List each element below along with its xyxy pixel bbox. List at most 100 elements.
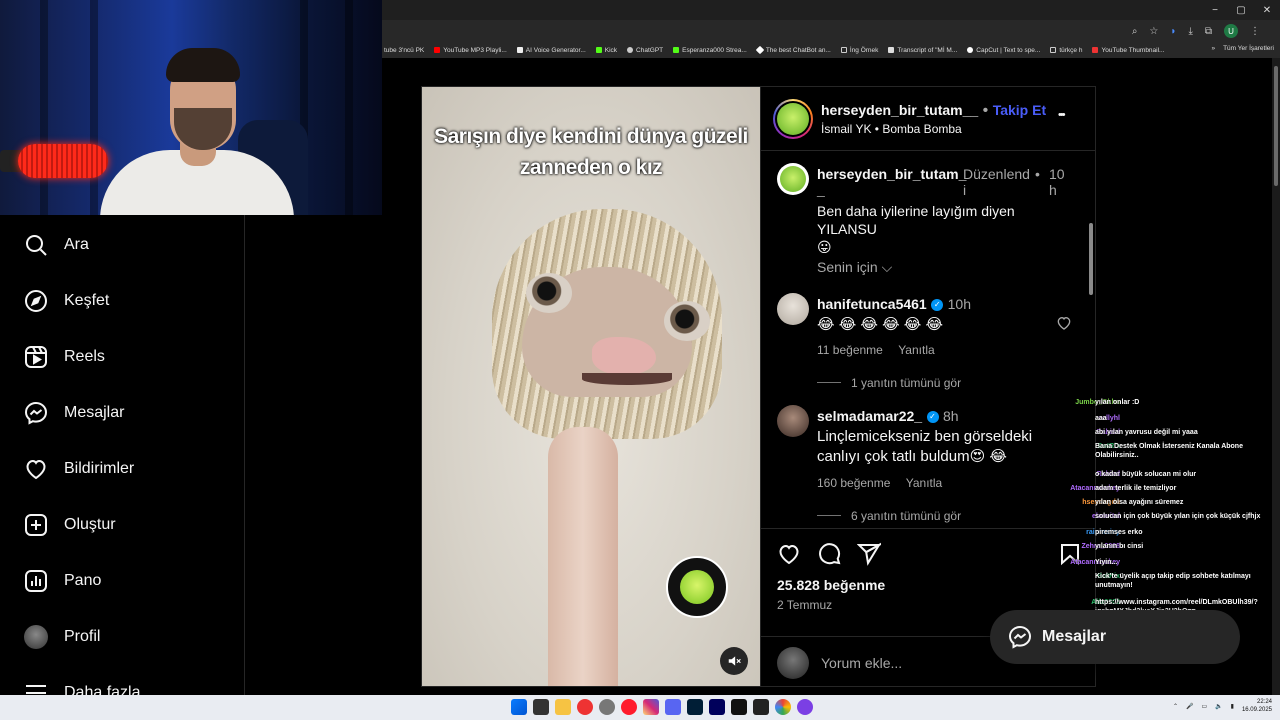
comment-likes[interactable]: 160 beğenme	[817, 476, 890, 490]
author-username[interactable]: herseyden_bir_tutam__	[821, 102, 978, 118]
view-replies-button[interactable]: 1 yanıtın tümünü gör	[851, 376, 961, 390]
app-icon[interactable]	[599, 699, 615, 715]
nav-search[interactable]: Ara	[24, 233, 89, 257]
bookmark[interactable]: tube 3'ncü PK	[384, 47, 424, 54]
chrome-icon[interactable]	[775, 699, 791, 715]
nav-label: Pano	[64, 572, 102, 589]
bookmarks-more-button[interactable]: »	[1211, 45, 1215, 52]
profile-avatar[interactable]: U	[1224, 24, 1238, 38]
opera-icon[interactable]	[621, 699, 637, 715]
comment-username[interactable]: hanifetunca5461	[817, 296, 927, 312]
comment-time: 8h	[942, 408, 959, 424]
comment-likes[interactable]: 11 beğenme	[817, 343, 883, 357]
extension-icon[interactable]: ◗	[1170, 26, 1176, 37]
bookmark[interactable]: YouTube MP3 Playli...	[434, 47, 507, 54]
audio-info[interactable]: İsmail YK • Bomba Bomba	[821, 122, 962, 136]
webcam-overlay	[0, 0, 382, 215]
mic-icon[interactable]: 🎤	[1186, 703, 1193, 710]
photoshop-icon[interactable]	[687, 699, 703, 715]
nav-label: Bildirimler	[64, 460, 135, 477]
share-icon[interactable]	[857, 542, 881, 566]
bookmark[interactable]: Kick	[595, 47, 617, 54]
post-date: 2 Temmuz	[777, 598, 833, 612]
file-explorer-icon[interactable]	[555, 699, 571, 715]
nav-dashboard[interactable]: Pano	[24, 569, 101, 593]
bookmark[interactable]: CapCut | Text to spe...	[967, 47, 1040, 54]
bookmark[interactable]: Esperanza000 Strea...	[673, 47, 747, 54]
maximize-button[interactable]: ▢	[1228, 0, 1254, 20]
comment-input[interactable]: Yorum ekle...	[821, 655, 902, 671]
bookmark[interactable]: The best ChatBot an...	[755, 45, 831, 55]
zoom-icon[interactable]: ⌕	[1132, 26, 1138, 37]
reel-video[interactable]: Sarışın diye kendini dünya güzeli zanned…	[422, 87, 760, 686]
page-scrollbar[interactable]	[1272, 58, 1280, 695]
app-icon[interactable]	[797, 699, 813, 715]
network-icon[interactable]: ▭	[1202, 703, 1208, 710]
bookmark[interactable]: türkçe h	[1050, 47, 1082, 54]
messages-floating-button[interactable]: Mesajlar	[990, 610, 1240, 664]
volume-icon[interactable]: 🔈	[1215, 703, 1222, 710]
bookmarks-bar: tube 3'ncü PK YouTube MP3 Playli... AI V…	[382, 42, 1280, 58]
task-view-icon[interactable]	[533, 699, 549, 715]
obs-icon[interactable]	[577, 699, 593, 715]
mute-button[interactable]	[720, 647, 748, 675]
avatar[interactable]	[777, 163, 809, 195]
battery-icon[interactable]: ▮	[1231, 703, 1234, 710]
ostrich-neck	[548, 427, 618, 686]
bookmark[interactable]: YouTube Thumbnail...	[1092, 47, 1164, 54]
avatar[interactable]	[777, 293, 809, 325]
instagram-icon[interactable]	[643, 699, 659, 715]
nav-reels[interactable]: Reels	[24, 345, 105, 369]
bookmark[interactable]: AI Voice Generator...	[516, 47, 586, 54]
nav-explore[interactable]: Keşfet	[24, 289, 109, 313]
ostrich-mouth	[582, 373, 672, 385]
download-icon[interactable]: ⤓	[1188, 26, 1192, 37]
chat-text: piremses erko	[1095, 529, 1143, 536]
chat-text: aaa	[1095, 415, 1107, 422]
nav-notifications[interactable]: Bildirimler	[24, 457, 134, 481]
bookmark[interactable]: İng Örnek	[840, 47, 878, 54]
capcut-icon[interactable]	[753, 699, 769, 715]
search-icon	[24, 233, 48, 257]
reply-button[interactable]: Yanıtla	[898, 343, 934, 357]
kebab-menu-icon[interactable]: ⋮	[1250, 26, 1260, 37]
minimize-button[interactable]: −	[1202, 0, 1228, 20]
comment-username[interactable]: selmadamar22_	[817, 408, 922, 424]
premiere-icon[interactable]	[709, 699, 725, 715]
comments-scrollbar[interactable]	[1089, 223, 1093, 295]
bookmark[interactable]: ChatGPT	[627, 47, 663, 54]
view-replies-button[interactable]: 6 yanıtın tümünü gör	[851, 509, 961, 523]
see-translation-link[interactable]: Senin için ⌵	[817, 259, 892, 276]
address-bar[interactable]: ⌕ ☆ ◗ ⤓ ⧉ U ⋮	[382, 20, 1280, 42]
caption-username[interactable]: herseyden_bir_tutam_ _	[817, 166, 966, 198]
bookmark[interactable]: Transcript of "Mİ M...	[888, 47, 957, 54]
like-count[interactable]: 25.828 beğenme	[777, 577, 885, 593]
reply-button[interactable]: Yanıtla	[906, 476, 942, 490]
puzzle-icon[interactable]: ⧉	[1205, 26, 1212, 37]
more-options-icon[interactable]: •••	[1058, 109, 1065, 121]
start-button-icon[interactable]	[511, 699, 527, 715]
like-comment-icon[interactable]	[1056, 315, 1072, 331]
chevron-up-icon[interactable]: ⌃	[1173, 703, 1178, 710]
heart-icon	[24, 457, 48, 481]
nav-messages[interactable]: Mesajlar	[24, 401, 124, 425]
replies-line	[817, 382, 841, 383]
close-button[interactable]: ✕	[1254, 0, 1280, 20]
video-caption: Sarışın diye kendini dünya güzeli zanned…	[434, 125, 748, 179]
reels-icon	[24, 345, 48, 369]
discord-icon[interactable]	[665, 699, 681, 715]
system-clock[interactable]: 22:24 16.09.2025	[1242, 698, 1272, 714]
nav-create[interactable]: Oluştur	[24, 513, 116, 537]
all-bookmarks-button[interactable]: Tüm Yer İşaretleri	[1223, 45, 1274, 52]
follow-button[interactable]: Takip Et	[993, 102, 1046, 118]
nav-label: Mesajlar	[64, 404, 125, 421]
like-icon[interactable]	[777, 542, 801, 566]
star-icon[interactable]: ☆	[1149, 26, 1158, 37]
comment-icon[interactable]	[817, 542, 841, 566]
tiktok-icon[interactable]	[731, 699, 747, 715]
nav-profile[interactable]: Profil	[24, 625, 100, 649]
avatar	[777, 647, 809, 679]
avatar[interactable]	[777, 405, 809, 437]
chat-text: solucan için çok büyük yılan için çok kü…	[1095, 513, 1261, 520]
author-avatar[interactable]	[773, 99, 813, 139]
